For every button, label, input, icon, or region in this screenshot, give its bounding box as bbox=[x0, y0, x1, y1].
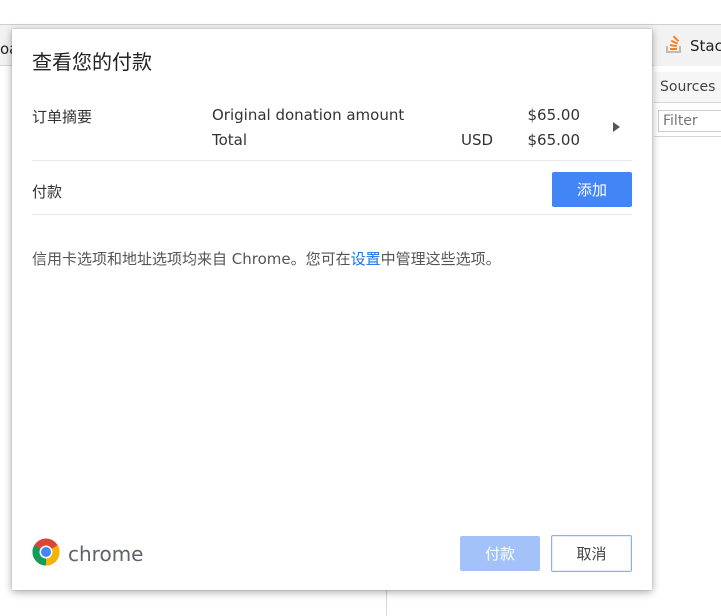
payment-request-dialog: 查看您的付款 订单摘要 Original donation amount $65… bbox=[12, 29, 652, 590]
add-payment-button[interactable]: 添加 bbox=[552, 172, 632, 207]
stack-overflow-icon bbox=[666, 35, 682, 57]
settings-link[interactable]: 设置 bbox=[351, 250, 381, 268]
section-divider bbox=[32, 160, 632, 161]
info-text-after: 中管理这些选项。 bbox=[380, 250, 501, 268]
cancel-button[interactable]: 取消 bbox=[551, 535, 632, 572]
background-divider bbox=[386, 590, 387, 616]
devtools-sources-tab[interactable]: Sources bbox=[654, 72, 721, 103]
total-amount: $65.00 bbox=[527, 131, 581, 149]
line-item-label: Original donation amount bbox=[212, 106, 405, 124]
payment-method-label: 付款 bbox=[32, 183, 63, 201]
info-text: 信用卡选项和地址选项均来自 Chrome。您可在设置中管理这些选项。 bbox=[32, 248, 501, 269]
total-label: Total bbox=[212, 131, 248, 149]
chrome-logo-icon bbox=[32, 538, 60, 570]
browser-top-bar bbox=[0, 0, 721, 25]
pay-button[interactable]: 付款 bbox=[460, 536, 540, 571]
chrome-logo: chrome bbox=[32, 538, 143, 570]
triangle-right-icon[interactable] bbox=[613, 122, 620, 132]
background-tab-title: Stac bbox=[690, 37, 721, 55]
chrome-wordmark: chrome bbox=[68, 542, 144, 566]
background-tab-stack[interactable]: Stac bbox=[654, 26, 721, 66]
total-currency: USD bbox=[461, 131, 494, 149]
line-item-amount: $65.00 bbox=[527, 106, 581, 124]
dialog-title: 查看您的付款 bbox=[32, 50, 152, 74]
info-text-before: 信用卡选项和地址选项均来自 Chrome。您可在 bbox=[32, 250, 351, 268]
order-summary-label: 订单摘要 bbox=[32, 108, 93, 126]
devtools-filter-input[interactable] bbox=[658, 110, 721, 132]
section-divider bbox=[32, 214, 632, 215]
devtools-sources-label: Sources bbox=[660, 79, 716, 95]
devtools-filter-bar bbox=[654, 106, 721, 137]
